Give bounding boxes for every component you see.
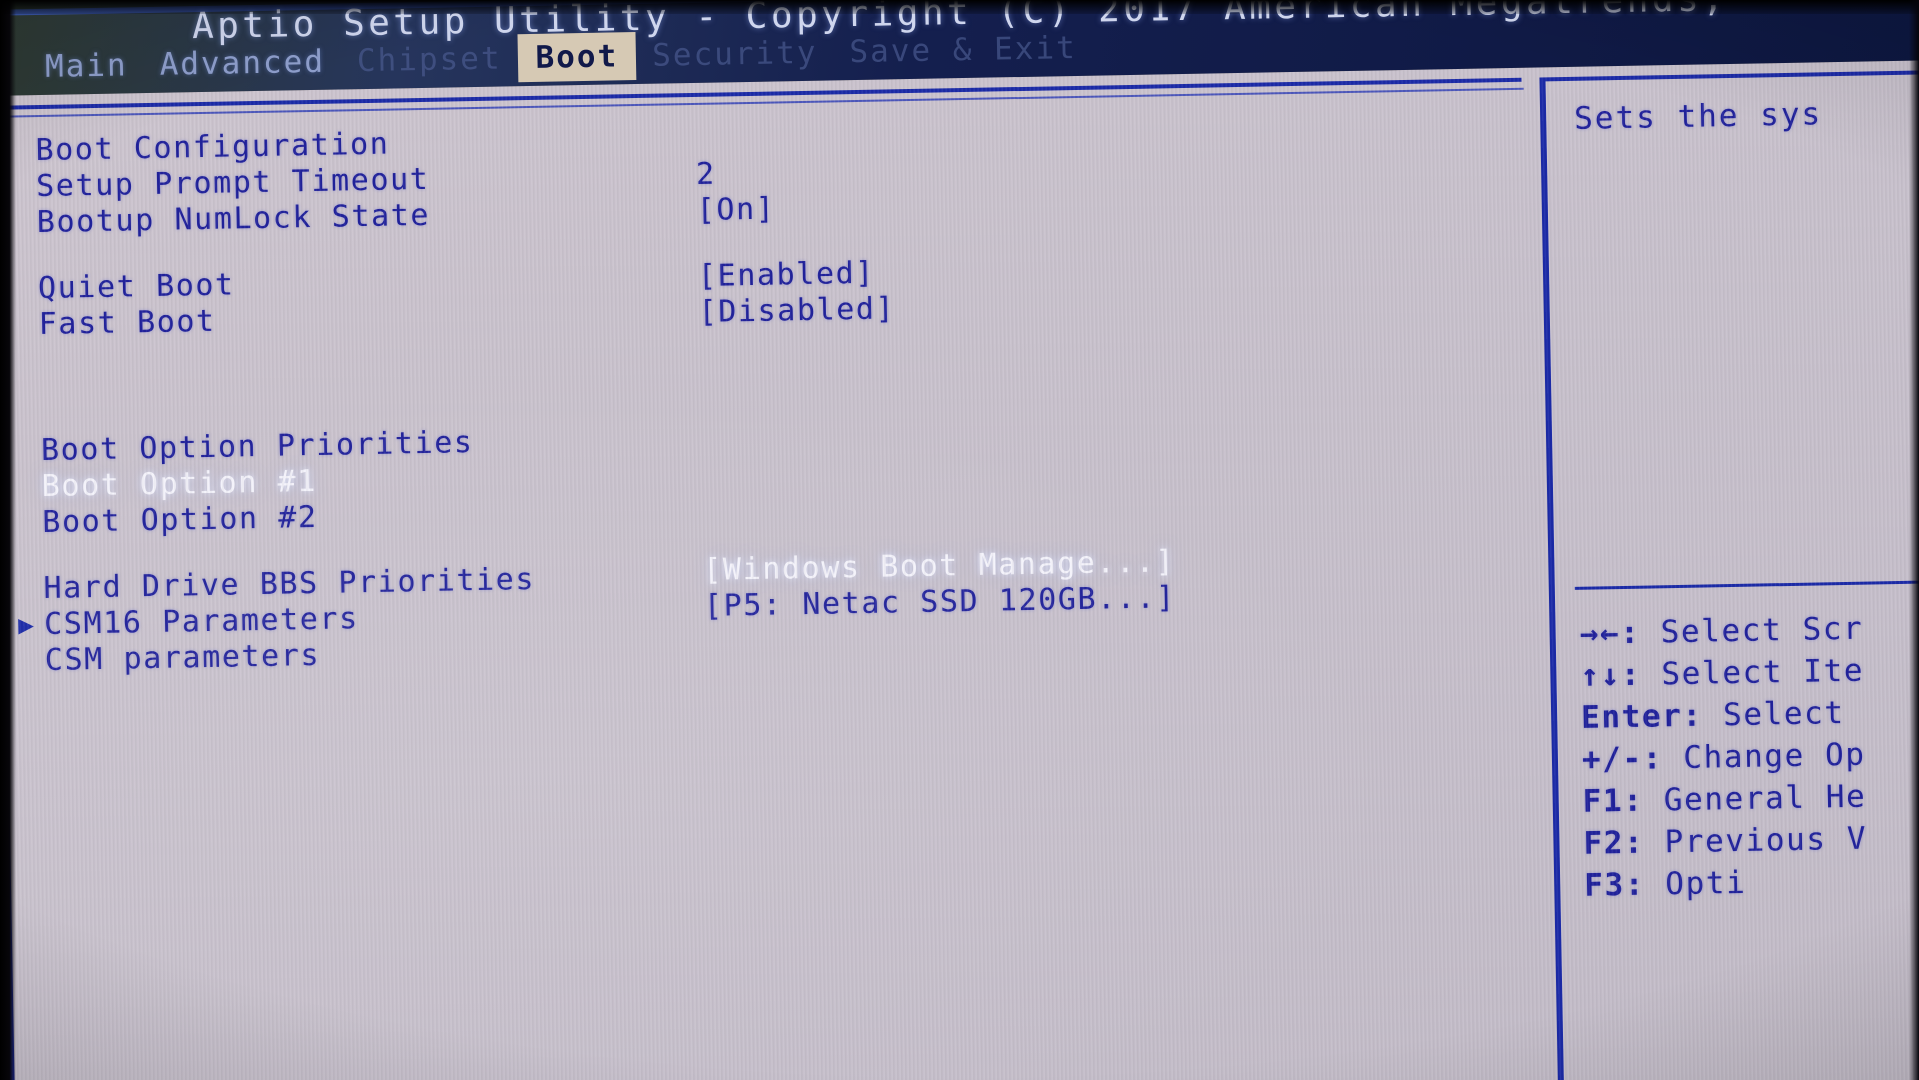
help-panel: Sets the sys →←: Select Scr ↑↓: Select I… (1539, 69, 1919, 1080)
key-legend-row-plus-minus: +/-: Change Op (1582, 731, 1919, 780)
key-plus-minus: +/-: (1581, 739, 1684, 778)
value-setup-prompt-timeout[interactable]: 2 (696, 157, 716, 193)
key-arrows-horizontal: →←: (1579, 614, 1662, 652)
help-divider (1574, 579, 1919, 590)
key-action-general-help: General He (1663, 778, 1867, 819)
key-action-previous-values: Previous V (1664, 820, 1868, 861)
key-f2: F2: (1583, 824, 1665, 862)
label-quiet-boot: Quiet Boot (37, 267, 235, 307)
key-legend-row-select-item: ↑↓: Select Ite (1580, 647, 1919, 696)
key-f3: F3: (1583, 866, 1666, 904)
key-legend-row-select-screen: →←: Select Scr (1579, 606, 1919, 655)
label-csm16-parameters: CSM16 Parameters (43, 601, 360, 642)
tab-security[interactable]: Security (636, 30, 834, 78)
label-boot-option-1: Boot Option #1 (41, 463, 318, 504)
key-action-change-opt: Change Op (1682, 736, 1866, 776)
key-f1: F1: (1582, 782, 1665, 820)
tab-advanced[interactable]: Advanced (143, 39, 341, 87)
value-boot-option-1-wrap: [Windows Boot Manage...] [P5: Netac SSD … (703, 544, 1176, 625)
key-legend-row-enter: Enter: Select (1581, 689, 1919, 738)
key-enter: Enter: (1580, 697, 1724, 736)
photo-edge-left (0, 0, 16, 1080)
value-fast-boot[interactable]: [Disabled] (698, 291, 895, 331)
tab-main[interactable]: Main (29, 43, 144, 89)
key-legend-row-f1: F1: General He (1582, 773, 1919, 822)
key-action-enter: Select (1722, 694, 1845, 734)
photo-edge-right (1909, 0, 1919, 1080)
tab-chipset[interactable]: Chipset (341, 36, 518, 83)
bios-photo: Aptio Setup Utility - Copyright (C) 2017… (0, 0, 1919, 1080)
key-legend-row-f2: F2: Previous V (1583, 815, 1919, 864)
label-boot-option-2: Boot Option #2 (42, 499, 318, 540)
key-legend: →←: Select Scr ↑↓: Select Ite Enter: Sel… (1579, 606, 1919, 907)
label-csm-parameters: CSM parameters (44, 637, 321, 678)
label-fast-boot: Fast Boot (38, 303, 216, 343)
key-action-select-screen: Select Scr (1660, 610, 1864, 651)
help-description: Sets the sys (1573, 96, 1823, 137)
tab-boot[interactable]: Boot (517, 32, 637, 83)
submenu-arrow-icon: ▶ (17, 610, 35, 641)
key-arrows-vertical: ↑↓: (1580, 656, 1662, 694)
key-action-optimized-defaults: Opti (1664, 864, 1747, 903)
settings-panel: Boot Configuration Setup Prompt Timeout … (0, 77, 1541, 1080)
setup-body: Boot Configuration Setup Prompt Timeout … (0, 59, 1919, 1080)
value-bootup-numlock-state[interactable]: [On] (696, 192, 775, 229)
tab-save-and-exit[interactable]: Save & Exit (833, 26, 1093, 75)
value-quiet-boot[interactable]: [Enabled] (698, 256, 876, 295)
photo-edge-top (0, 0, 1919, 14)
help-panel-top-line (1545, 69, 1919, 82)
key-legend-row-f3: F3: Opti (1584, 857, 1919, 906)
monitor-screen: Aptio Setup Utility - Copyright (C) 2017… (0, 0, 1919, 1080)
key-action-select-item: Select Ite (1661, 652, 1865, 693)
